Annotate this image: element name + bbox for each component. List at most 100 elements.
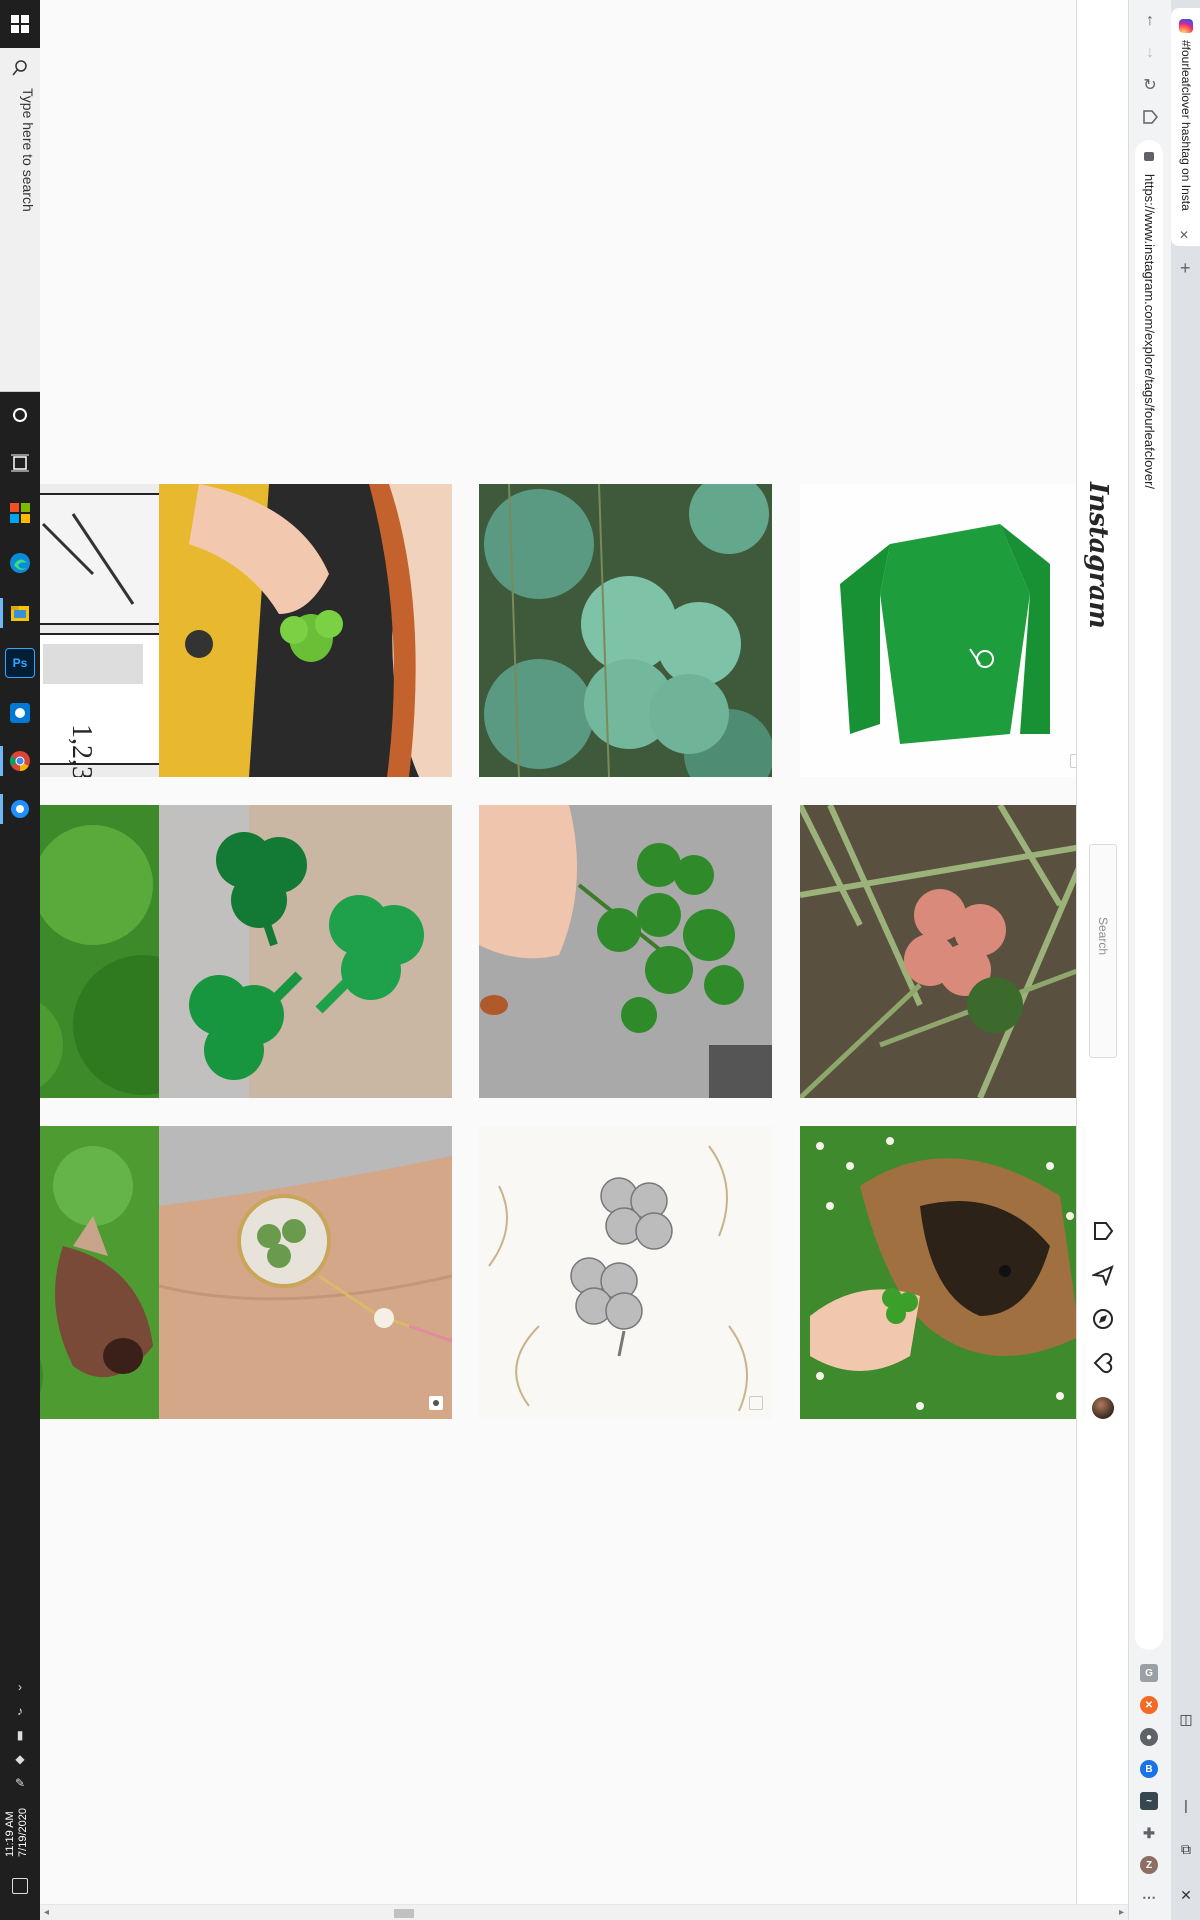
outlook-icon xyxy=(10,703,30,723)
browser-tab-active[interactable]: #fourleafclover hashtag on Insta ✕ xyxy=(1171,8,1200,246)
windows-logo-icon xyxy=(11,15,29,33)
browser-menu[interactable]: ⋯ xyxy=(1140,1888,1158,1906)
home-outline-icon xyxy=(1143,110,1158,124)
taskbar-clock[interactable]: 11:19 AM 7/19/2020 xyxy=(4,1808,30,1857)
explore-icon xyxy=(1093,1309,1113,1329)
address-bar[interactable]: https://www.instagram.com/explore/tags/f… xyxy=(1135,140,1163,1650)
scroll-left-arrow-icon[interactable]: ◂ xyxy=(44,1907,49,1918)
url-text: https://www.instagram.com/explore/tags/f… xyxy=(1142,174,1157,490)
direct-messages-button[interactable] xyxy=(1090,1262,1116,1288)
extension-orange[interactable]: ✕ xyxy=(1140,1696,1158,1714)
volume-icon[interactable]: ♪ xyxy=(12,1704,28,1718)
circle-extension-icon: ● xyxy=(1145,1731,1153,1743)
igtv-video-icon xyxy=(429,1396,443,1410)
scrollbar-thumb[interactable] xyxy=(394,1909,414,1918)
dropbox-icon[interactable]: ◆ xyxy=(12,1752,28,1766)
post-tile[interactable] xyxy=(159,1126,452,1419)
search-placeholder: Search xyxy=(1096,917,1110,956)
reload-button[interactable]: ↻ xyxy=(1137,72,1163,98)
scroll-right-arrow-icon[interactable]: ▸ xyxy=(1119,1907,1124,1918)
file-explorer-app[interactable] xyxy=(5,598,35,628)
explore-button[interactable] xyxy=(1090,1306,1116,1332)
posts-grid: 1,2,3 xyxy=(40,0,1076,1904)
photoshop-icon: Ps xyxy=(12,656,28,670)
instagram-favicon-icon xyxy=(1179,19,1193,33)
extension-g[interactable]: G xyxy=(1140,1664,1158,1682)
restore-button[interactable]: ⧉ xyxy=(1177,1840,1195,1858)
arrow-down-icon: ↓ xyxy=(1146,44,1154,61)
multiple-images-icon xyxy=(749,1396,763,1410)
minimize-button[interactable]: | xyxy=(1177,1796,1195,1814)
active-app-indicator xyxy=(0,598,3,628)
chrome-icon xyxy=(9,751,30,772)
close-window-button[interactable]: ✕ xyxy=(1177,1886,1195,1904)
edge-app[interactable] xyxy=(5,548,35,578)
home-button[interactable] xyxy=(1090,1218,1116,1244)
post-tile[interactable] xyxy=(800,805,1076,1098)
profile-avatar[interactable] xyxy=(1092,1397,1114,1419)
back-button[interactable]: ↑ xyxy=(1137,8,1163,34)
post-image-clover-pendant xyxy=(159,1126,452,1419)
restore-icon: ⧉ xyxy=(1181,1841,1191,1857)
post-tile[interactable] xyxy=(479,805,772,1098)
clock-date: 7/19/2020 xyxy=(17,1808,29,1857)
reload-icon: ↻ xyxy=(1143,77,1157,94)
close-tab-icon[interactable]: ✕ xyxy=(1179,228,1189,242)
horizontal-scrollbar[interactable]: ◂ ▸ xyxy=(40,1904,1128,1920)
task-view-button[interactable] xyxy=(5,448,35,478)
taskbar-search-placeholder: Type here to search xyxy=(20,88,36,212)
activity-button[interactable] xyxy=(1090,1350,1116,1376)
battery-icon[interactable]: ▮ xyxy=(12,1728,28,1742)
post-image-hand-four-leaf-clover xyxy=(479,805,772,1098)
home-browser-button[interactable] xyxy=(1137,104,1163,130)
outlook-app[interactable] xyxy=(5,698,35,728)
instagram-logo[interactable]: Instagram xyxy=(1083,482,1113,628)
post-tile[interactable] xyxy=(800,1126,1076,1419)
activity-heart-icon xyxy=(1093,1352,1113,1374)
profile-button[interactable]: Z xyxy=(1140,1856,1158,1874)
tab-strip: #fourleafclover hashtag on Insta ✕ + ◫ |… xyxy=(1171,0,1200,1920)
taskbar-search-box[interactable]: Type here to search xyxy=(0,48,40,392)
post-image-shamrock-cutouts xyxy=(159,805,452,1098)
minimize-icon: | xyxy=(1184,1797,1188,1813)
tab-search-icon: ◫ xyxy=(1179,1711,1193,1727)
chrome-app[interactable] xyxy=(5,746,35,776)
extensions-menu[interactable]: ✚ xyxy=(1140,1824,1158,1842)
photoshop-app[interactable]: Ps xyxy=(5,648,35,678)
extension-chart[interactable]: ~ xyxy=(1140,1792,1158,1810)
pen-icon[interactable]: ✎ xyxy=(12,1776,28,1790)
post-image-hand-clover-car xyxy=(159,484,452,777)
microsoft-store-app[interactable] xyxy=(5,498,35,528)
chevron-up-icon[interactable]: › xyxy=(12,1680,28,1694)
new-tab-button[interactable]: + xyxy=(1180,258,1191,279)
page-viewport: 1,2,3 xyxy=(40,0,1076,1904)
notification-center-icon[interactable] xyxy=(12,1878,28,1894)
extension-b[interactable]: B xyxy=(1140,1760,1158,1778)
folder-icon xyxy=(11,606,29,621)
cortana-button[interactable] xyxy=(5,400,35,430)
post-tile[interactable] xyxy=(159,805,452,1098)
b-extension-icon: B xyxy=(1145,1763,1153,1775)
svg-text:1,2,3: 1,2,3 xyxy=(66,724,97,777)
post-image-dog-with-clover xyxy=(800,1126,1076,1419)
post-tile[interactable] xyxy=(479,1126,772,1419)
settings-app[interactable] xyxy=(5,794,35,824)
post-image-clover-leaves xyxy=(479,484,772,777)
tab-search-button[interactable]: ◫ xyxy=(1177,1710,1195,1728)
chart-extension-icon: ~ xyxy=(1146,1795,1152,1807)
browser-toolbar: ↑ ↓ ↻ https://www.instagram.com/explore/… xyxy=(1129,0,1171,1920)
extension-circle[interactable]: ● xyxy=(1140,1728,1158,1746)
more-dots-icon: ⋯ xyxy=(1142,1888,1156,1905)
instagram-search-input[interactable]: Search xyxy=(1089,844,1117,1058)
post-tile[interactable] xyxy=(159,484,452,777)
orange-extension-icon: ✕ xyxy=(1144,1699,1154,1711)
close-icon: ✕ xyxy=(1180,1887,1192,1903)
clock-time: 11:19 AM xyxy=(4,1811,16,1857)
start-button[interactable] xyxy=(0,0,40,48)
forward-button[interactable]: ↓ xyxy=(1137,40,1163,66)
cortana-icon xyxy=(13,408,27,422)
edge-icon xyxy=(10,553,30,573)
post-tile[interactable] xyxy=(800,484,1076,777)
arrow-up-icon: ↑ xyxy=(1146,12,1154,29)
post-tile[interactable] xyxy=(479,484,772,777)
